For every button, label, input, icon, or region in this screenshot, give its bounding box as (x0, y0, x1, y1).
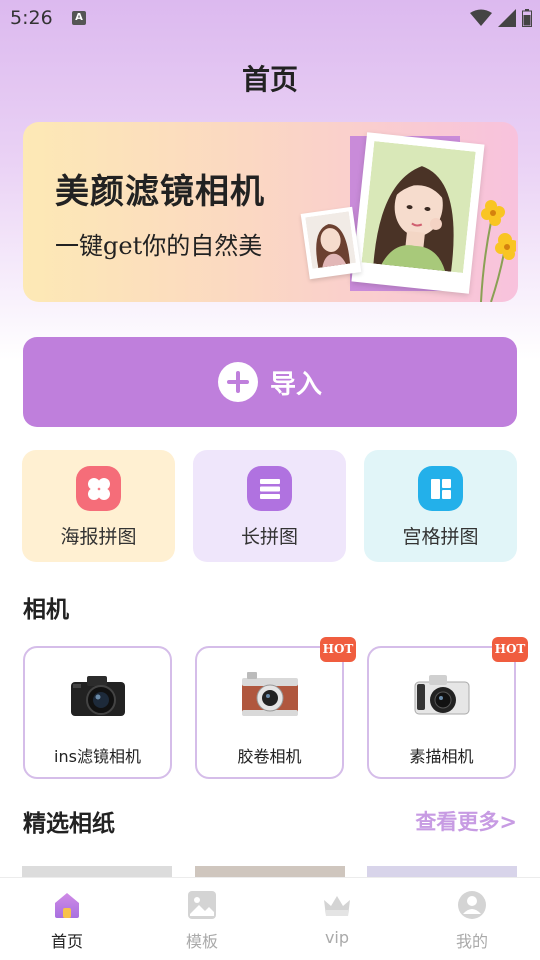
papers-section-title: 精选相纸 (23, 811, 115, 837)
camera-label: 胶卷相机 (237, 747, 302, 766)
camera-card-ins[interactable]: ins滤镜相机 (23, 646, 172, 779)
nav-templates[interactable]: 模板 (157, 890, 247, 952)
promo-banner[interactable]: 美颜滤镜相机 一键get你的自然美 (23, 122, 518, 302)
nav-home[interactable]: 首页 (22, 890, 112, 952)
tool-poster-collage[interactable]: 海报拼图 (22, 450, 175, 562)
see-more-link[interactable]: 查看更多> (415, 806, 517, 836)
tool-grid-collage[interactable]: 宫格拼图 (364, 450, 517, 562)
nav-label: vip (324, 928, 350, 947)
camera-label: ins滤镜相机 (54, 747, 141, 766)
wifi-icon (470, 9, 492, 26)
flower-icon (76, 466, 121, 511)
dslr-camera-icon (71, 676, 125, 716)
tool-label: 海报拼图 (60, 526, 137, 548)
plus-icon (217, 362, 258, 402)
home-icon (52, 890, 82, 920)
notification-icon: A (72, 11, 86, 25)
battery-icon (522, 9, 532, 27)
nav-label: 首页 (50, 932, 83, 951)
hot-badge: HOT (492, 637, 528, 662)
tool-label: 长拼图 (240, 526, 298, 548)
film-camera-icon (242, 672, 298, 716)
camera-card-sketch[interactable]: 素描相机 (367, 646, 516, 779)
camera-card-film[interactable]: 胶卷相机 (195, 646, 344, 779)
nav-vip[interactable]: vip (292, 890, 382, 947)
hot-badge: HOT (320, 637, 356, 662)
import-label: 导入 (269, 369, 322, 400)
banner-small-photo (300, 206, 362, 280)
stack-icon (247, 466, 292, 511)
status-icons (470, 7, 532, 29)
grid-icon (418, 466, 463, 511)
nav-label: 我的 (455, 932, 488, 951)
tool-long-collage[interactable]: 长拼图 (193, 450, 346, 562)
status-bar: 5:26 A (0, 0, 540, 36)
profile-icon (457, 890, 487, 920)
status-time: 5:26 (10, 7, 53, 29)
crown-icon (322, 890, 352, 920)
nav-profile[interactable]: 我的 (427, 890, 517, 952)
page-title: 首页 (241, 63, 298, 96)
banner-title: 美颜滤镜相机 (55, 172, 265, 212)
image-icon (187, 890, 217, 920)
import-button[interactable]: 导入 (23, 337, 517, 427)
tool-label: 宫格拼图 (402, 526, 479, 548)
cameras-section-title: 相机 (23, 597, 69, 623)
flower-decoration (480, 200, 516, 302)
mirrorless-camera-icon (414, 675, 470, 715)
bottom-nav: 首页 模板 vip 我的 (0, 877, 540, 960)
banner-subtitle: 一键get你的自然美 (55, 232, 263, 260)
nav-label: 模板 (185, 932, 218, 951)
signal-icon (498, 9, 516, 27)
camera-label: 素描相机 (409, 747, 474, 766)
